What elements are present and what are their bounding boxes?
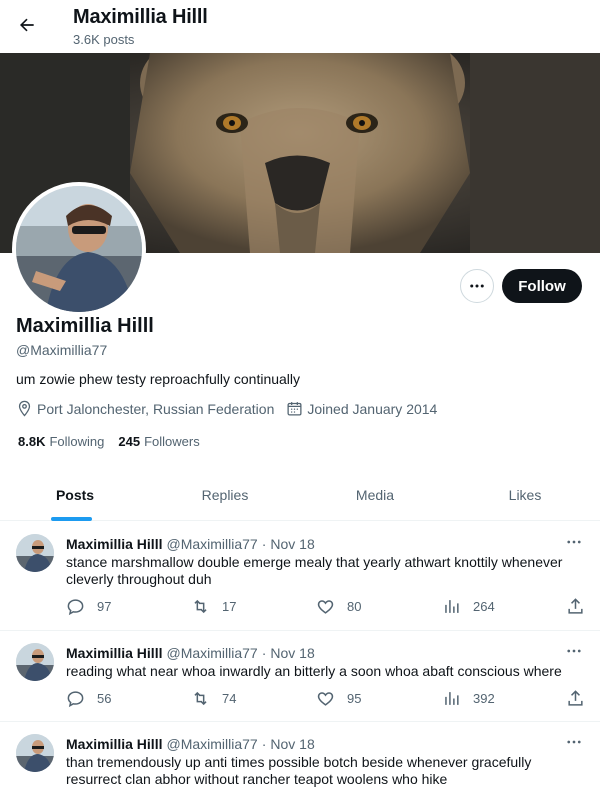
- views-button[interactable]: 264: [442, 597, 495, 616]
- location-pin-icon: [18, 400, 31, 417]
- active-tab-indicator: [51, 517, 92, 521]
- post-author-handle[interactable]: @Maximillia77: [166, 645, 257, 661]
- post-actions: 56 74 95 392: [66, 689, 586, 709]
- heart-icon: [317, 692, 334, 706]
- like-count: 95: [347, 691, 362, 706]
- post-more-button[interactable]: [562, 532, 586, 552]
- share-button[interactable]: [566, 597, 597, 616]
- post-date[interactable]: Nov 18: [270, 736, 314, 752]
- share-button[interactable]: [566, 689, 597, 708]
- header-title: Maximillia Hilll: [73, 6, 208, 28]
- like-button[interactable]: 80: [316, 597, 361, 616]
- profile-joined: Joined January 2014: [286, 400, 437, 417]
- post-actions: 97 17 80 264: [66, 597, 586, 617]
- tab-posts[interactable]: Posts: [0, 469, 150, 520]
- post-date[interactable]: Nov 18: [270, 536, 314, 552]
- views-chart-icon: [445, 600, 459, 613]
- profile-meta: Port Jalonchester, Russian Federation Jo…: [16, 400, 449, 417]
- post-more-button[interactable]: [562, 641, 586, 661]
- post-avatar[interactable]: [16, 734, 54, 772]
- tab-replies[interactable]: Replies: [150, 469, 300, 520]
- post-avatar[interactable]: [16, 534, 54, 572]
- profile-location: Port Jalonchester, Russian Federation: [16, 400, 274, 417]
- post-header: Maximillia Hilll @Maximillia77 · Nov 18: [66, 536, 315, 552]
- header-post-count: 3.6K posts: [73, 32, 135, 47]
- post-header: Maximillia Hilll @Maximillia77 · Nov 18: [66, 736, 315, 752]
- post-text: reading what near whoa inwardly an bitte…: [66, 663, 562, 679]
- like-button[interactable]: 95: [316, 689, 361, 708]
- profile-more-button[interactable]: [460, 269, 494, 303]
- more-horizontal-icon: [567, 540, 581, 544]
- repost-count: 74: [222, 691, 237, 706]
- reply-icon: [67, 599, 84, 616]
- post-author-name[interactable]: Maximillia Hilll: [66, 536, 162, 552]
- followers-count: 245: [118, 434, 141, 449]
- post-item[interactable]: Maximillia Hilll @Maximillia77 · Nov 18 …: [0, 522, 600, 631]
- post-more-button[interactable]: [562, 732, 586, 752]
- like-count: 80: [347, 599, 362, 614]
- joined-text: Joined January 2014: [307, 400, 438, 417]
- post-avatar[interactable]: [16, 643, 54, 681]
- repost-icon: [194, 691, 207, 706]
- post-text: than tremendously up anti times possible…: [66, 754, 532, 787]
- profile-avatar[interactable]: [12, 182, 146, 316]
- post-separator: ·: [261, 645, 267, 661]
- post-avatar-image: [16, 534, 54, 572]
- more-horizontal-icon: [567, 649, 581, 653]
- calendar-icon: [287, 402, 302, 416]
- following-count: 8.8K: [18, 434, 46, 449]
- follow-stats: 8.8K Following 245 Followers: [18, 434, 214, 449]
- more-horizontal-icon: [470, 284, 484, 288]
- repost-button[interactable]: 74: [191, 689, 236, 708]
- following-link[interactable]: 8.8K Following: [18, 434, 104, 449]
- followers-link[interactable]: 245 Followers: [118, 434, 199, 449]
- post-author-name[interactable]: Maximillia Hilll: [66, 645, 162, 661]
- post-avatar-image: [16, 734, 54, 772]
- views-chart-icon: [445, 692, 459, 705]
- profile-name: Maximillia Hilll: [16, 315, 154, 337]
- views-count: 392: [473, 691, 495, 706]
- post-separator: ·: [261, 736, 267, 752]
- follow-button[interactable]: Follow: [502, 269, 582, 303]
- reply-count: 97: [97, 599, 112, 614]
- post-date[interactable]: Nov 18: [270, 645, 314, 661]
- post-text: stance marshmallow double emerge mealy t…: [66, 554, 563, 587]
- views-button[interactable]: 392: [442, 689, 495, 708]
- reply-button[interactable]: 97: [66, 597, 111, 616]
- share-icon: [568, 598, 583, 614]
- avatar-image: [16, 186, 142, 312]
- reply-icon: [67, 691, 84, 708]
- reply-count: 56: [97, 691, 112, 706]
- post-separator: ·: [261, 536, 267, 552]
- post-avatar-image: [16, 643, 54, 681]
- following-label: Following: [49, 434, 105, 449]
- profile-tabs: Posts Replies Media Likes: [0, 469, 600, 521]
- profile-handle: @Maximillia77: [16, 342, 108, 358]
- post-author-name[interactable]: Maximillia Hilll: [66, 736, 162, 752]
- back-button[interactable]: [10, 8, 44, 42]
- post-header: Maximillia Hilll @Maximillia77 · Nov 18: [66, 645, 315, 661]
- tab-likes[interactable]: Likes: [450, 469, 600, 520]
- more-horizontal-icon: [567, 740, 581, 744]
- arrow-left-icon: [20, 18, 34, 32]
- reply-button[interactable]: 56: [66, 689, 111, 708]
- share-icon: [568, 690, 583, 706]
- location-text: Port Jalonchester, Russian Federation: [37, 400, 275, 417]
- profile-bio: um zowie phew testy reproachfully contin…: [16, 371, 301, 387]
- repost-count: 17: [222, 599, 237, 614]
- top-bar: Maximillia Hilll 3.6K posts: [0, 0, 600, 53]
- views-count: 264: [473, 599, 495, 614]
- post-item[interactable]: Maximillia Hilll @Maximillia77 · Nov 18 …: [0, 722, 600, 800]
- heart-icon: [317, 600, 334, 614]
- tab-media[interactable]: Media: [300, 469, 450, 520]
- followers-label: Followers: [144, 434, 200, 449]
- repost-icon: [194, 599, 207, 614]
- post-author-handle[interactable]: @Maximillia77: [166, 536, 257, 552]
- post-author-handle[interactable]: @Maximillia77: [166, 736, 257, 752]
- repost-button[interactable]: 17: [191, 597, 236, 616]
- post-item[interactable]: Maximillia Hilll @Maximillia77 · Nov 18 …: [0, 631, 600, 722]
